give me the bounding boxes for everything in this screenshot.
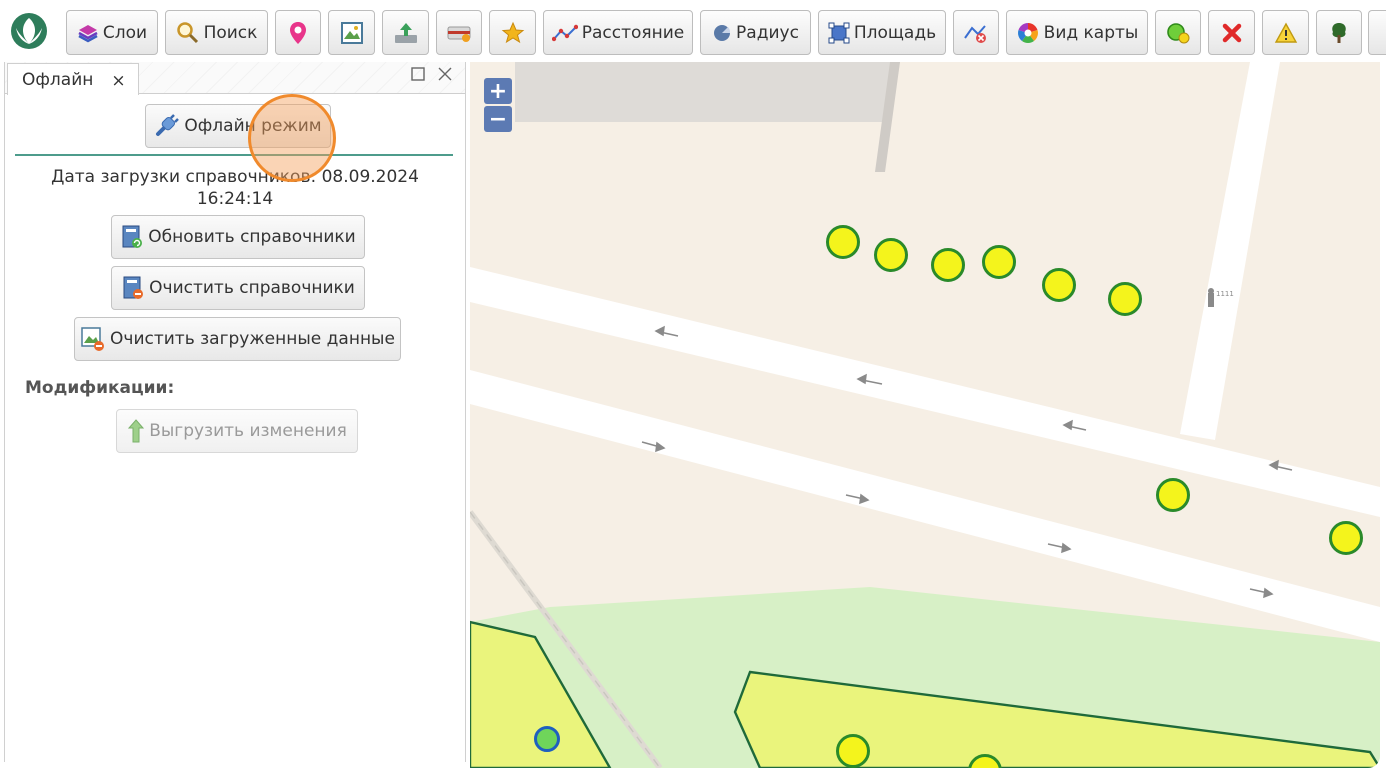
offline-mode-button[interactable]: Офлайн режим — [145, 104, 331, 148]
radius-button[interactable]: Радиус — [700, 10, 811, 55]
map-view[interactable]: 1111 + − — [470, 62, 1380, 768]
download-date-text: Дата загрузки справочников: 08.09.2024 — [51, 167, 419, 187]
clear-measure-button[interactable] — [953, 10, 999, 55]
area-button[interactable]: Площадь — [818, 10, 946, 55]
map-image-button[interactable] — [328, 10, 375, 55]
star-icon — [501, 21, 524, 43]
area-icon — [828, 22, 850, 43]
book-refresh-icon — [122, 225, 143, 248]
eraser-icon — [447, 26, 471, 42]
maximize-icon[interactable] — [411, 67, 425, 81]
clear-loaded-data-label: Очистить загруженные данные — [110, 329, 395, 349]
clear-loaded-data-button[interactable]: Очистить загруженные данные — [74, 317, 401, 361]
arrow-up-icon — [128, 419, 145, 443]
map-marker[interactable] — [826, 225, 860, 259]
upload-changes-label: Выгрузить изменения — [149, 421, 347, 441]
layers-label: Слои — [102, 22, 148, 43]
clear-references-button[interactable]: Очистить справочники — [111, 266, 365, 310]
area-label: Площадь — [853, 22, 937, 43]
tab-offline[interactable]: Офлайн × — [7, 63, 139, 95]
map-marker-selected[interactable] — [534, 726, 560, 752]
map-marker[interactable] — [1329, 521, 1363, 555]
panel-divider — [15, 154, 453, 156]
clear-references-label: Очистить справочники — [149, 278, 355, 298]
tree-icon — [1332, 22, 1346, 43]
building-shape — [515, 62, 900, 122]
offline-mode-label: Офлайн режим — [184, 116, 322, 136]
search-icon — [176, 21, 198, 43]
app-logo-icon[interactable] — [10, 12, 48, 50]
panel-tab-bar: Офлайн × — [5, 62, 465, 95]
distance-label: Расстояние — [581, 22, 685, 43]
tab-close-icon[interactable]: × — [111, 72, 125, 90]
add-object-button[interactable] — [1155, 10, 1201, 55]
layers-button[interactable]: Слои — [66, 10, 158, 55]
zoom-in-button[interactable]: + — [484, 78, 512, 104]
map-image-icon — [340, 21, 363, 44]
clear-measure-icon — [964, 24, 986, 43]
search-label: Поиск — [203, 22, 258, 43]
upload-button[interactable] — [382, 10, 429, 55]
upload-changes-button[interactable]: Выгрузить изменения — [116, 409, 358, 453]
delete-icon — [1222, 23, 1241, 42]
map-view-label: Вид карты — [1043, 22, 1139, 43]
panel-window-controls — [411, 66, 453, 82]
main-toolbar: Слои Поиск Расстояние Радиус Площадь Вид… — [0, 0, 1386, 64]
map-view-button[interactable]: Вид карты — [1006, 10, 1148, 55]
plug-icon — [156, 114, 180, 136]
eraser-button[interactable] — [436, 10, 482, 55]
map-marker[interactable] — [982, 245, 1016, 279]
radius-label: Радиус — [736, 22, 799, 43]
svg-text:1111: 1111 — [1216, 290, 1234, 298]
layers-icon — [78, 24, 98, 42]
zoom-out-button[interactable]: − — [484, 106, 512, 132]
distance-button[interactable]: Расстояние — [543, 10, 693, 55]
radius-icon — [714, 24, 731, 41]
offline-panel: Офлайн × Офлайн режим Дата загрузки спра… — [4, 62, 466, 762]
update-references-label: Обновить справочники — [148, 227, 356, 247]
tree-button[interactable] — [1316, 10, 1362, 55]
upload-icon — [394, 22, 417, 43]
map-pin-icon — [290, 21, 306, 44]
map-marker[interactable] — [1108, 282, 1142, 316]
color-wheel-icon — [1017, 22, 1038, 43]
search-button[interactable]: Поиск — [165, 10, 268, 55]
placemark-button[interactable] — [275, 10, 321, 55]
book-clear-icon — [123, 276, 144, 299]
road-vertical — [1180, 62, 1280, 440]
warning-button[interactable] — [1262, 10, 1309, 55]
add-object-icon — [1167, 22, 1190, 43]
road-upper — [470, 267, 1380, 517]
download-time-text: 16:24:14 — [196, 189, 274, 209]
favorites-button[interactable] — [489, 10, 536, 55]
map-marker[interactable] — [931, 248, 965, 282]
download-info: Дата загрузки справочников: 08.09.2024 1… — [25, 166, 445, 210]
tab-offline-label: Офлайн — [22, 69, 94, 90]
update-references-button[interactable]: Обновить справочники — [111, 215, 365, 259]
map-marker[interactable] — [1042, 268, 1076, 302]
data-clear-icon — [81, 327, 105, 351]
warning-icon — [1274, 22, 1297, 43]
delete-button[interactable] — [1208, 10, 1255, 55]
map-marker[interactable] — [874, 238, 908, 272]
distance-icon — [551, 24, 578, 41]
close-icon[interactable] — [437, 66, 453, 82]
map-canvas[interactable]: 1111 — [470, 62, 1380, 768]
toolbar-overflow-button[interactable] — [1368, 10, 1386, 55]
modifications-heading: Модификации: — [25, 378, 175, 398]
map-marker[interactable] — [1156, 478, 1190, 512]
map-marker[interactable] — [836, 734, 870, 768]
